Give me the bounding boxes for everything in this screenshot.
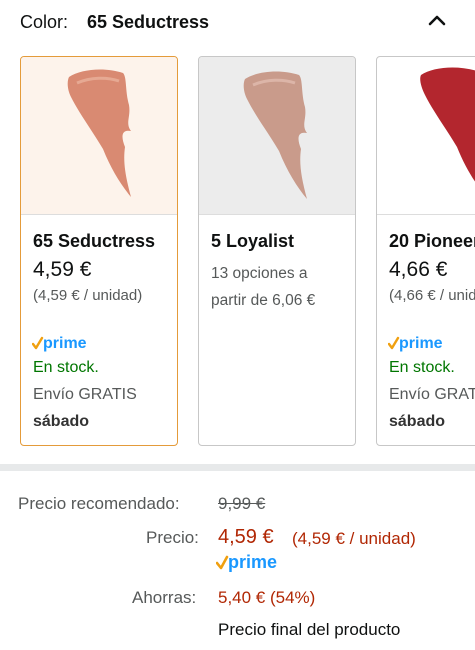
variation-name: 5 Loyalist — [211, 231, 295, 251]
card-divider — [199, 214, 355, 215]
variation-name: 20 Pioneer — [389, 231, 475, 251]
section-divider — [0, 464, 475, 471]
price-unit: (4,59 € / unidad) — [292, 529, 416, 548]
svg-text:prime: prime — [399, 335, 443, 352]
lipstick-swatch-image — [377, 57, 475, 214]
color-selector-header[interactable]: Color: 65 Seductress — [0, 0, 475, 46]
svg-text:prime: prime — [228, 552, 277, 572]
variation-name: 65 Seductress — [33, 231, 156, 251]
variation-card-loyalist[interactable]: 5 Loyalist 13 opciones a partir de 6,06 … — [198, 56, 356, 446]
prime-logo-icon: prime — [32, 335, 87, 352]
chevron-up-icon[interactable] — [426, 10, 448, 32]
delivery-day: sábado — [389, 413, 446, 430]
variation-options: 13 opciones a partir de 6,06 € — [211, 260, 315, 314]
shipping-info: Envío GRATIS — [389, 386, 475, 403]
lipstick-swatch-image — [199, 57, 355, 214]
selected-color-name: 65 Seductress — [87, 12, 210, 32]
svg-text:prime: prime — [43, 335, 87, 352]
recommended-price-label: Precio recomendado: — [18, 494, 180, 513]
final-price-note: Precio final del producto — [218, 620, 401, 639]
savings-label: Ahorras: — [132, 588, 197, 607]
delivery-day: sábado — [33, 413, 90, 430]
variation-price: 4,59 € — [33, 258, 92, 281]
price-label: Precio: — [146, 528, 199, 547]
variation-card-seductress[interactable]: 65 Seductress 4,59 € (4,59 € / unidad) p… — [20, 56, 178, 446]
stock-status: En stock. — [389, 359, 455, 376]
savings-value: 5,40 € (54%) — [218, 588, 316, 607]
lipstick-swatch-image — [21, 57, 177, 214]
price-value: 4,59 € — [218, 526, 274, 548]
variation-unit-price: (4,66 € / unidad) — [389, 287, 475, 304]
variation-price: 4,66 € — [389, 258, 448, 281]
color-label: Color: — [20, 12, 69, 32]
stock-status: En stock. — [33, 359, 99, 376]
card-divider — [377, 214, 475, 215]
variation-unit-price: (4,59 € / unidad) — [33, 287, 143, 304]
color-variation-carousel[interactable]: 65 Seductress 4,59 € (4,59 € / unidad) p… — [0, 56, 475, 448]
prime-logo-icon: prime — [388, 335, 443, 352]
shipping-info: Envío GRATIS — [33, 386, 137, 403]
card-divider — [21, 214, 177, 215]
prime-logo-icon: prime — [216, 552, 277, 572]
recommended-price-value: 9,99 € — [218, 494, 266, 513]
options-line-2: partir de 6,06 € — [211, 292, 316, 309]
options-line-1: 13 opciones a — [211, 265, 308, 282]
variation-card-pioneer[interactable]: 20 Pioneer 4,66 € (4,66 € / unidad) prim… — [376, 56, 475, 446]
